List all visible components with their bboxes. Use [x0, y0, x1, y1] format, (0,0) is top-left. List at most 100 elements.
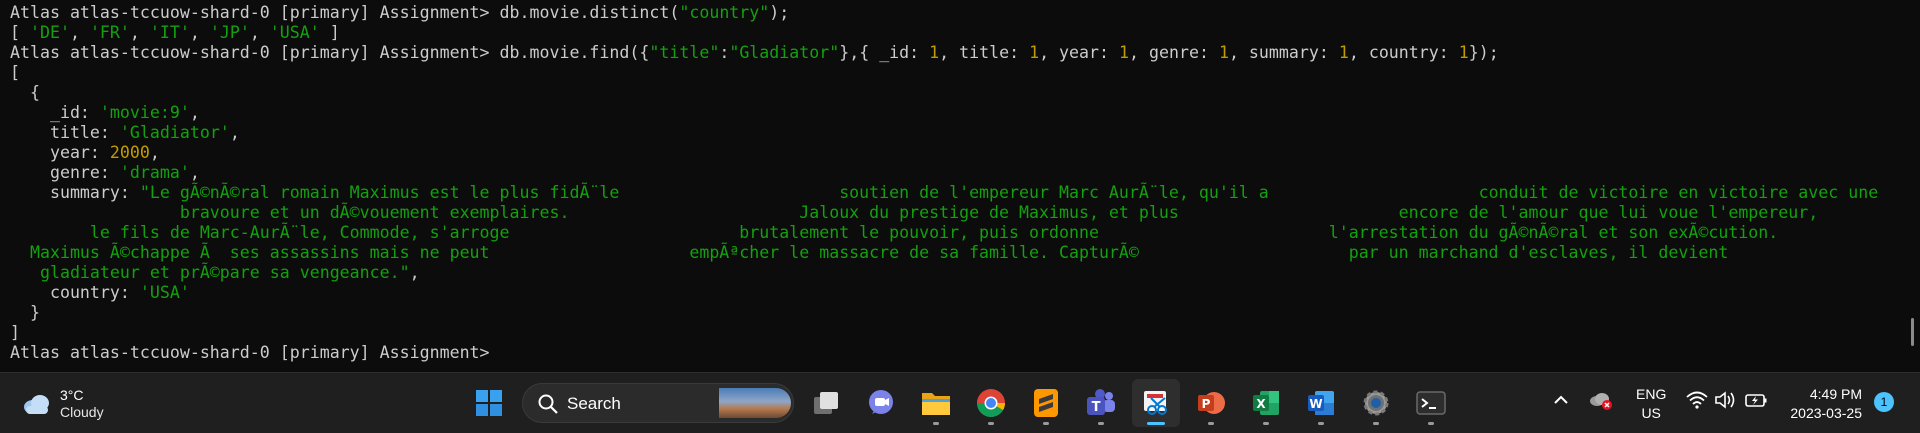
text-token: , country:	[1348, 43, 1459, 62]
scrollbar-thumb[interactable]	[1911, 318, 1914, 346]
sublime-text-button[interactable]	[1022, 379, 1070, 427]
text-token: }	[10, 303, 40, 322]
chrome-icon	[977, 389, 1005, 417]
chrome-button[interactable]	[967, 379, 1015, 427]
text-token: , genre:	[1129, 43, 1219, 62]
powerpoint-button[interactable]: P	[1187, 379, 1235, 427]
terminal-icon	[1416, 391, 1446, 415]
string-token: 'drama'	[119, 163, 190, 182]
running-indicator	[1318, 422, 1324, 425]
string-token: le fils de Marc-AurÃ¨le, Commode, s'arro…	[10, 223, 1779, 242]
running-indicator	[1428, 422, 1434, 425]
terminal-line: }	[10, 303, 40, 323]
terminal-button[interactable]	[1407, 379, 1455, 427]
settings-button[interactable]	[1352, 379, 1400, 427]
wifi-icon[interactable]	[1686, 391, 1708, 409]
snipping-tool-icon	[1144, 391, 1167, 415]
task-view-button[interactable]	[802, 379, 850, 427]
word-button[interactable]: W	[1297, 379, 1345, 427]
number-token: 1	[929, 43, 940, 62]
text-token: country:	[10, 283, 140, 302]
string-token: 'FR'	[89, 23, 130, 42]
weather-widget[interactable]: 3°C Cloudy	[22, 387, 104, 421]
number-token: 1	[1119, 43, 1130, 62]
terminal-line: summary: "Le gÃ©nÃ©ral romain Maximus es…	[10, 183, 1878, 203]
text-token: {	[10, 83, 40, 102]
string-token: 'USA'	[139, 283, 190, 302]
language-indicator[interactable]: ENG US	[1636, 385, 1666, 423]
text-token: Atlas atlas-tccuow-shard-0 [primary] Ass…	[10, 3, 680, 22]
text-token: );	[769, 3, 790, 22]
excel-button[interactable]: X	[1242, 379, 1290, 427]
text-token: genre:	[10, 163, 120, 182]
text-token: ]	[319, 23, 340, 42]
terminal-line: le fils de Marc-AurÃ¨le, Commode, s'arro…	[10, 223, 1778, 243]
string-token: 'JP'	[209, 23, 250, 42]
running-indicator	[1373, 422, 1379, 425]
onedrive-error-icon[interactable]	[1588, 391, 1614, 411]
string-token: 'Gladiator'	[119, 123, 230, 142]
text-token: ]	[10, 323, 20, 342]
clock-date: 2023-03-25	[1790, 405, 1862, 421]
string-token: "title"	[649, 43, 720, 62]
text-token: ,	[149, 143, 160, 162]
text-token: [	[10, 63, 20, 82]
terminal-line: _id: 'movie:9',	[10, 103, 200, 123]
word-icon: W	[1308, 391, 1334, 415]
excel-icon: X	[1253, 391, 1279, 415]
start-button[interactable]	[465, 379, 513, 427]
terminal-line: Atlas atlas-tccuow-shard-0 [primary] Ass…	[10, 343, 490, 363]
text-token: ,	[229, 123, 240, 142]
text-token: },{ _id:	[839, 43, 930, 62]
terminal-line: Atlas atlas-tccuow-shard-0 [primary] Ass…	[10, 3, 789, 23]
number-token: 1	[1338, 43, 1349, 62]
terminal-line: bravoure et un dÃ©vouement exemplaires. …	[10, 203, 1818, 223]
string-token: Maximus Ã©chappe Ã ses assassins mais ne…	[10, 243, 1729, 262]
teams-chat-button[interactable]	[857, 379, 905, 427]
running-indicator	[1098, 422, 1104, 425]
cloud-icon	[24, 395, 49, 414]
text-token: , title:	[939, 43, 1030, 62]
string-token: 'IT'	[149, 23, 190, 42]
string-token: "Gladiator"	[729, 43, 840, 62]
teams-button[interactable]: T	[1077, 379, 1125, 427]
weather-condition: Cloudy	[60, 404, 104, 420]
snipping-tool-button[interactable]	[1132, 379, 1180, 427]
file-explorer-button[interactable]	[912, 379, 960, 427]
text-token: ,	[409, 263, 420, 282]
terminal-window[interactable]: Atlas atlas-tccuow-shard-0 [primary] Ass…	[0, 0, 1920, 372]
number-token: 2000	[109, 143, 150, 162]
chevron-up-icon[interactable]	[1552, 391, 1570, 409]
sublime-text-icon	[1034, 389, 1058, 417]
running-indicator	[1043, 422, 1049, 425]
terminal-line: {	[10, 83, 40, 103]
terminal-line: title: 'Gladiator',	[10, 123, 240, 143]
taskbar: 3°C Cloudy Search T P X W ENG US 4:49 PM…	[0, 372, 1920, 433]
terminal-line: country: 'USA'	[10, 283, 190, 303]
text-token: title:	[10, 123, 120, 142]
language-code: ENG	[1636, 386, 1667, 402]
terminal-line: Atlas atlas-tccuow-shard-0 [primary] Ass…	[10, 43, 1499, 63]
volume-icon[interactable]	[1714, 391, 1736, 409]
powerpoint-icon: P	[1198, 392, 1225, 414]
search-highlight-image	[719, 388, 791, 418]
text-token: summary:	[10, 183, 140, 202]
text-token: ,	[189, 103, 200, 122]
terminal-line: year: 2000,	[10, 143, 160, 163]
text-token: Atlas atlas-tccuow-shard-0 [primary] Ass…	[10, 343, 490, 362]
string-token: 'USA'	[269, 23, 320, 42]
notification-badge[interactable]: 1	[1874, 392, 1894, 412]
search-box[interactable]: Search	[522, 383, 794, 423]
text-token: });	[1468, 43, 1499, 62]
search-icon	[538, 394, 558, 414]
running-indicator	[1208, 422, 1214, 425]
chat-icon	[869, 390, 893, 414]
text-token: ,	[189, 163, 200, 182]
string-token: "country"	[679, 3, 770, 22]
clock[interactable]: 4:49 PM 2023-03-25	[1786, 385, 1862, 423]
gear-icon	[1363, 390, 1389, 416]
text-token: ,	[69, 23, 90, 42]
text-token: year:	[10, 143, 110, 162]
battery-charging-icon[interactable]	[1744, 391, 1768, 409]
string-token: gladiateur et prÃ©pare sa vengeance."	[10, 263, 410, 282]
